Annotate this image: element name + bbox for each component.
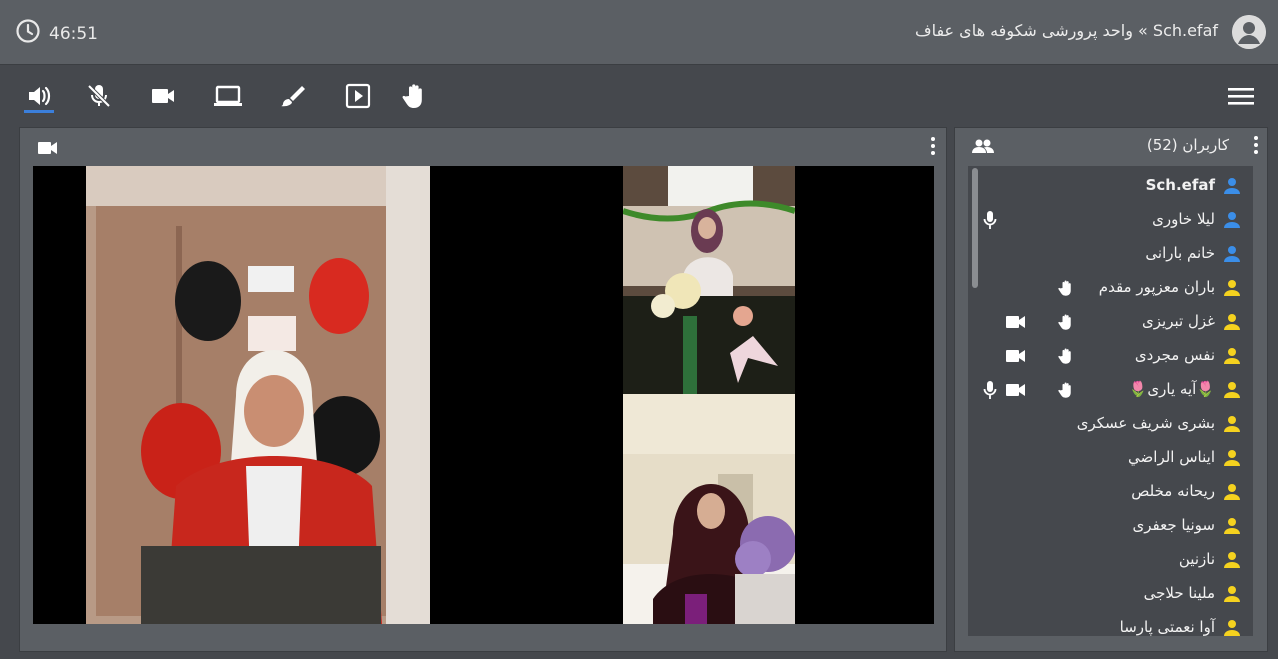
play-icon[interactable] bbox=[343, 81, 373, 111]
user-row[interactable]: باران معزپور مقدم bbox=[968, 271, 1253, 305]
hand-icon[interactable] bbox=[401, 81, 431, 111]
meeting-title: Sch.efaf » واحد پرورشی شکوفه های عفاف bbox=[914, 21, 1218, 40]
user-row[interactable]: بشری شریف عسکری bbox=[968, 407, 1253, 441]
user-row[interactable]: نفس مجردی bbox=[968, 339, 1253, 373]
brush-icon[interactable] bbox=[277, 81, 307, 111]
user-row[interactable]: ریحانه مخلص bbox=[968, 475, 1253, 509]
user-name: بشری شریف عسکری bbox=[1076, 414, 1215, 432]
timer-value: 46:51 bbox=[49, 23, 98, 44]
raised-hand-icon bbox=[1058, 380, 1076, 404]
raised-hand-icon bbox=[1058, 278, 1076, 302]
user-row[interactable]: Sch.efaf bbox=[968, 169, 1253, 203]
clock-icon bbox=[15, 18, 41, 49]
speaker-icon[interactable] bbox=[24, 81, 54, 111]
user-row[interactable]: لیلا خاوری bbox=[968, 203, 1253, 237]
user-camera-icon bbox=[1006, 382, 1026, 401]
raised-hand-icon bbox=[1058, 312, 1076, 336]
users-title: کاربران (52) bbox=[1146, 136, 1229, 154]
user-name: غزل تبریزی bbox=[1142, 312, 1215, 330]
active-indicator bbox=[24, 110, 54, 113]
user-name: نازنین bbox=[1178, 550, 1215, 568]
user-row[interactable]: ایناس الراضي bbox=[968, 441, 1253, 475]
users-group-icon bbox=[971, 138, 995, 158]
user-row[interactable]: 🌷آیه یاری🌷 bbox=[968, 373, 1253, 407]
user-person-icon bbox=[1223, 517, 1241, 535]
raised-hand-icon bbox=[1058, 346, 1076, 370]
user-name: Sch.efaf bbox=[1145, 176, 1215, 194]
user-person-icon bbox=[1223, 483, 1241, 501]
user-person-icon bbox=[1223, 585, 1241, 603]
video-feed-bottom[interactable] bbox=[623, 394, 795, 624]
user-person-icon bbox=[1223, 381, 1241, 399]
user-camera-icon bbox=[1006, 348, 1026, 367]
user-person-icon bbox=[1223, 415, 1241, 433]
mic-off-icon[interactable] bbox=[84, 81, 114, 111]
user-name: سونیا جعفری bbox=[1132, 516, 1215, 534]
users-panel-menu-icon[interactable] bbox=[1253, 135, 1259, 159]
screen-share-icon[interactable] bbox=[213, 81, 243, 111]
user-row[interactable]: ملینا حلاجی bbox=[968, 577, 1253, 611]
user-name: ملینا حلاجی bbox=[1143, 584, 1215, 602]
user-name: 🌷آیه یاری🌷 bbox=[1128, 380, 1215, 398]
user-person-icon bbox=[1223, 313, 1241, 331]
user-mic-icon bbox=[983, 210, 997, 234]
user-row[interactable]: آوا نعمتی پارسا bbox=[968, 611, 1253, 636]
user-row[interactable]: نازنین bbox=[968, 543, 1253, 577]
user-name: لیلا خاوری bbox=[1152, 210, 1215, 228]
user-person-icon bbox=[1223, 211, 1241, 229]
user-avatar-icon[interactable] bbox=[1232, 15, 1266, 49]
users-header: کاربران (52) bbox=[955, 128, 1267, 162]
user-row[interactable]: خانم بارانی bbox=[968, 237, 1253, 271]
video-grid bbox=[33, 166, 934, 624]
user-row[interactable]: غزل تبریزی bbox=[968, 305, 1253, 339]
user-person-icon bbox=[1223, 551, 1241, 569]
user-camera-icon bbox=[1006, 314, 1026, 333]
user-name: ریحانه مخلص bbox=[1131, 482, 1215, 500]
video-feed-top[interactable] bbox=[623, 166, 795, 394]
user-person-icon bbox=[1223, 279, 1241, 297]
video-panel bbox=[19, 127, 947, 652]
user-row[interactable]: سونیا جعفری bbox=[968, 509, 1253, 543]
top-bar: 46:51 Sch.efaf » واحد پرورشی شکوفه های ع… bbox=[0, 0, 1278, 65]
user-name: آوا نعمتی پارسا bbox=[1119, 618, 1215, 636]
users-list[interactable]: Sch.efaf لیلا خاوری خانم بارانی باران معزپو… bbox=[968, 166, 1253, 636]
video-panel-menu-icon[interactable] bbox=[930, 136, 936, 160]
toolbar bbox=[0, 65, 1278, 123]
user-person-icon bbox=[1223, 177, 1241, 195]
video-feed-main[interactable] bbox=[86, 166, 430, 624]
user-person-icon bbox=[1223, 449, 1241, 467]
video-camera-icon bbox=[38, 140, 58, 159]
camera-icon[interactable] bbox=[148, 81, 178, 111]
user-name: خانم بارانی bbox=[1145, 244, 1215, 262]
user-person-icon bbox=[1223, 245, 1241, 263]
session-timer: 46:51 bbox=[15, 18, 98, 49]
user-mic-icon bbox=[983, 380, 997, 404]
user-name: ایناس الراضي bbox=[1128, 448, 1215, 466]
menu-icon[interactable] bbox=[1228, 85, 1254, 107]
user-person-icon bbox=[1223, 619, 1241, 636]
user-person-icon bbox=[1223, 347, 1241, 365]
user-name: باران معزپور مقدم bbox=[1098, 278, 1215, 296]
user-name: نفس مجردی bbox=[1134, 346, 1215, 364]
users-panel: کاربران (52) Sch.efaf لیلا خاوری خانم بارا… bbox=[954, 127, 1268, 652]
